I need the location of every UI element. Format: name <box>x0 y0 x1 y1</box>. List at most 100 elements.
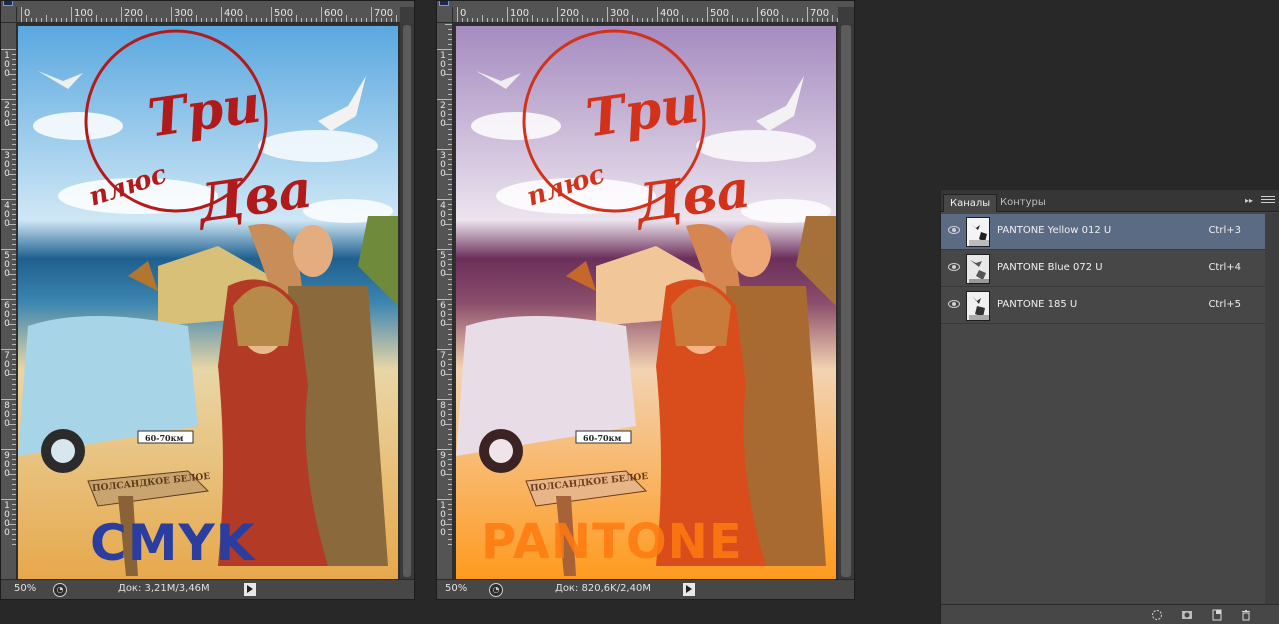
ruler-minor-tick <box>12 484 16 485</box>
channel-thumbnail <box>966 291 990 321</box>
ruler-minor-tick <box>662 18 663 22</box>
ruler-minor-tick <box>477 18 478 22</box>
ruler-minor-tick <box>12 479 16 480</box>
ruler-minor-tick <box>552 18 553 22</box>
ruler-minor-tick <box>448 39 452 40</box>
ruler-minor-tick <box>12 144 16 145</box>
tab-paths[interactable]: Контуры <box>994 194 1052 212</box>
channel-row-blue[interactable]: PANTONE Blue 072 U Ctrl+4 <box>941 251 1266 287</box>
document-window-pantone[interactable]: 0100200300400500600700 01 0 02 0 03 0 04… <box>436 0 855 600</box>
ruler-minor-tick <box>12 309 16 310</box>
ruler-minor-tick <box>12 239 16 240</box>
ruler-major-tick <box>707 7 708 22</box>
ruler-minor-tick <box>448 69 452 70</box>
ruler-minor-tick <box>612 18 613 22</box>
tab-channels[interactable]: Каналы <box>943 194 998 212</box>
ruler-minor-tick <box>12 194 16 195</box>
load-selection-icon[interactable] <box>1151 609 1163 621</box>
panel-menu-icon[interactable] <box>1261 196 1275 206</box>
ruler-major-tick <box>557 7 558 22</box>
ruler-minor-tick <box>46 15 47 22</box>
ruler-minor-tick <box>12 379 16 380</box>
ruler-minor-tick <box>381 18 382 22</box>
status-info-icon[interactable]: ◔ <box>489 583 503 597</box>
ruler-minor-tick <box>136 18 137 22</box>
status-info-icon[interactable]: ◔ <box>53 583 67 597</box>
ruler-minor-tick <box>448 189 452 190</box>
scrollbar-thumb[interactable] <box>403 25 411 577</box>
status-menu-arrow-icon[interactable] <box>244 583 256 596</box>
ruler-minor-tick <box>106 18 107 22</box>
save-selection-icon[interactable] <box>1181 609 1193 621</box>
ruler-minor-tick <box>12 534 16 535</box>
ruler-minor-tick <box>12 464 16 465</box>
ruler-major-tick <box>371 7 372 22</box>
vertical-ruler[interactable]: 01 0 02 0 03 0 04 0 05 0 06 0 07 0 08 0 … <box>437 23 453 579</box>
ruler-minor-tick <box>96 15 97 22</box>
ruler-minor-tick <box>251 18 252 22</box>
ruler-minor-tick <box>562 18 563 22</box>
eye-visibility-icon[interactable] <box>948 226 960 234</box>
ruler-minor-tick <box>12 84 16 85</box>
ruler-major-tick <box>437 349 452 350</box>
ruler-minor-tick <box>448 294 452 295</box>
ruler-origin[interactable] <box>437 7 453 23</box>
vertical-ruler[interactable]: 1 0 02 0 03 0 04 0 05 0 06 0 07 0 08 0 0… <box>1 23 17 579</box>
ruler-minor-tick <box>448 529 452 530</box>
ruler-major-tick <box>437 49 452 50</box>
vertical-scrollbar[interactable] <box>838 23 854 579</box>
zoom-level[interactable]: 50% <box>14 583 36 594</box>
ruler-minor-tick <box>31 18 32 22</box>
ruler-minor-tick <box>582 15 583 22</box>
ruler-minor-tick <box>448 264 452 265</box>
poster-artwork-cmyk[interactable]: Три плюс Два ПОЛСАНДКОЕ БЕЛОЕ 60-70км CM… <box>18 26 398 580</box>
channel-row-yellow[interactable]: PANTONE Yellow 012 U Ctrl+3 <box>941 214 1266 250</box>
ruler-minor-tick <box>448 114 452 115</box>
zoom-level[interactable]: 50% <box>445 583 467 594</box>
ruler-minor-tick <box>448 164 452 165</box>
ruler-minor-tick <box>762 18 763 22</box>
ruler-major-tick <box>437 299 452 300</box>
trash-icon[interactable] <box>1240 609 1252 621</box>
collapse-panel-icon[interactable]: ▸▸ <box>1245 196 1253 205</box>
ruler-minor-tick <box>12 129 16 130</box>
ruler-minor-tick <box>727 18 728 22</box>
ruler-minor-tick <box>792 18 793 22</box>
eye-visibility-icon[interactable] <box>948 300 960 308</box>
ruler-minor-tick <box>448 129 452 130</box>
ruler-minor-tick <box>448 384 452 385</box>
ruler-minor-tick <box>9 274 16 275</box>
eye-visibility-icon[interactable] <box>948 263 960 271</box>
new-channel-icon[interactable] <box>1211 609 1223 621</box>
ruler-minor-tick <box>12 114 16 115</box>
ruler-minor-tick <box>12 269 16 270</box>
horizontal-ruler[interactable]: 0 100 200 300 400 500 600 700 <box>17 7 400 23</box>
ruler-minor-tick <box>12 304 16 305</box>
ruler-major-tick <box>1 449 16 450</box>
ruler-minor-tick <box>445 74 452 75</box>
ruler-major-tick <box>21 7 22 22</box>
horizontal-ruler[interactable]: 0 100 200 300 400 500 600 700 <box>453 7 838 23</box>
ruler-minor-tick <box>448 169 452 170</box>
photoshop-workspace: 0 100 200 300 400 500 600 700 1 0 02 0 03 0 04 … <box>0 0 1279 624</box>
ruler-minor-tick <box>448 539 452 540</box>
ruler-origin[interactable] <box>1 7 17 23</box>
ruler-minor-tick <box>12 529 16 530</box>
ruler-minor-tick <box>12 69 16 70</box>
scrollbar-thumb[interactable] <box>841 25 851 577</box>
panel-scrollbar[interactable] <box>1265 213 1279 604</box>
ruler-minor-tick <box>502 18 503 22</box>
vertical-scrollbar[interactable] <box>400 23 414 579</box>
ruler-minor-tick <box>246 15 247 22</box>
ruler-minor-tick <box>448 259 452 260</box>
poster-artwork-pantone[interactable]: Три плюс Два ПОЛСАНДКОЕ БЕЛОЕ 60-70км PA… <box>456 26 836 580</box>
ruler-major-tick <box>1 499 16 500</box>
ruler-minor-tick <box>116 18 117 22</box>
status-menu-arrow-icon[interactable] <box>683 583 695 596</box>
channel-name: PANTONE Yellow 012 U <box>997 225 1112 236</box>
ruler-minor-tick <box>782 15 783 22</box>
ruler-minor-tick <box>12 164 16 165</box>
ruler-minor-tick <box>445 124 452 125</box>
document-window-cmyk[interactable]: 0 100 200 300 400 500 600 700 1 0 02 0 03 0 04 … <box>0 0 415 600</box>
channel-row-185[interactable]: PANTONE 185 U Ctrl+5 <box>941 288 1266 324</box>
